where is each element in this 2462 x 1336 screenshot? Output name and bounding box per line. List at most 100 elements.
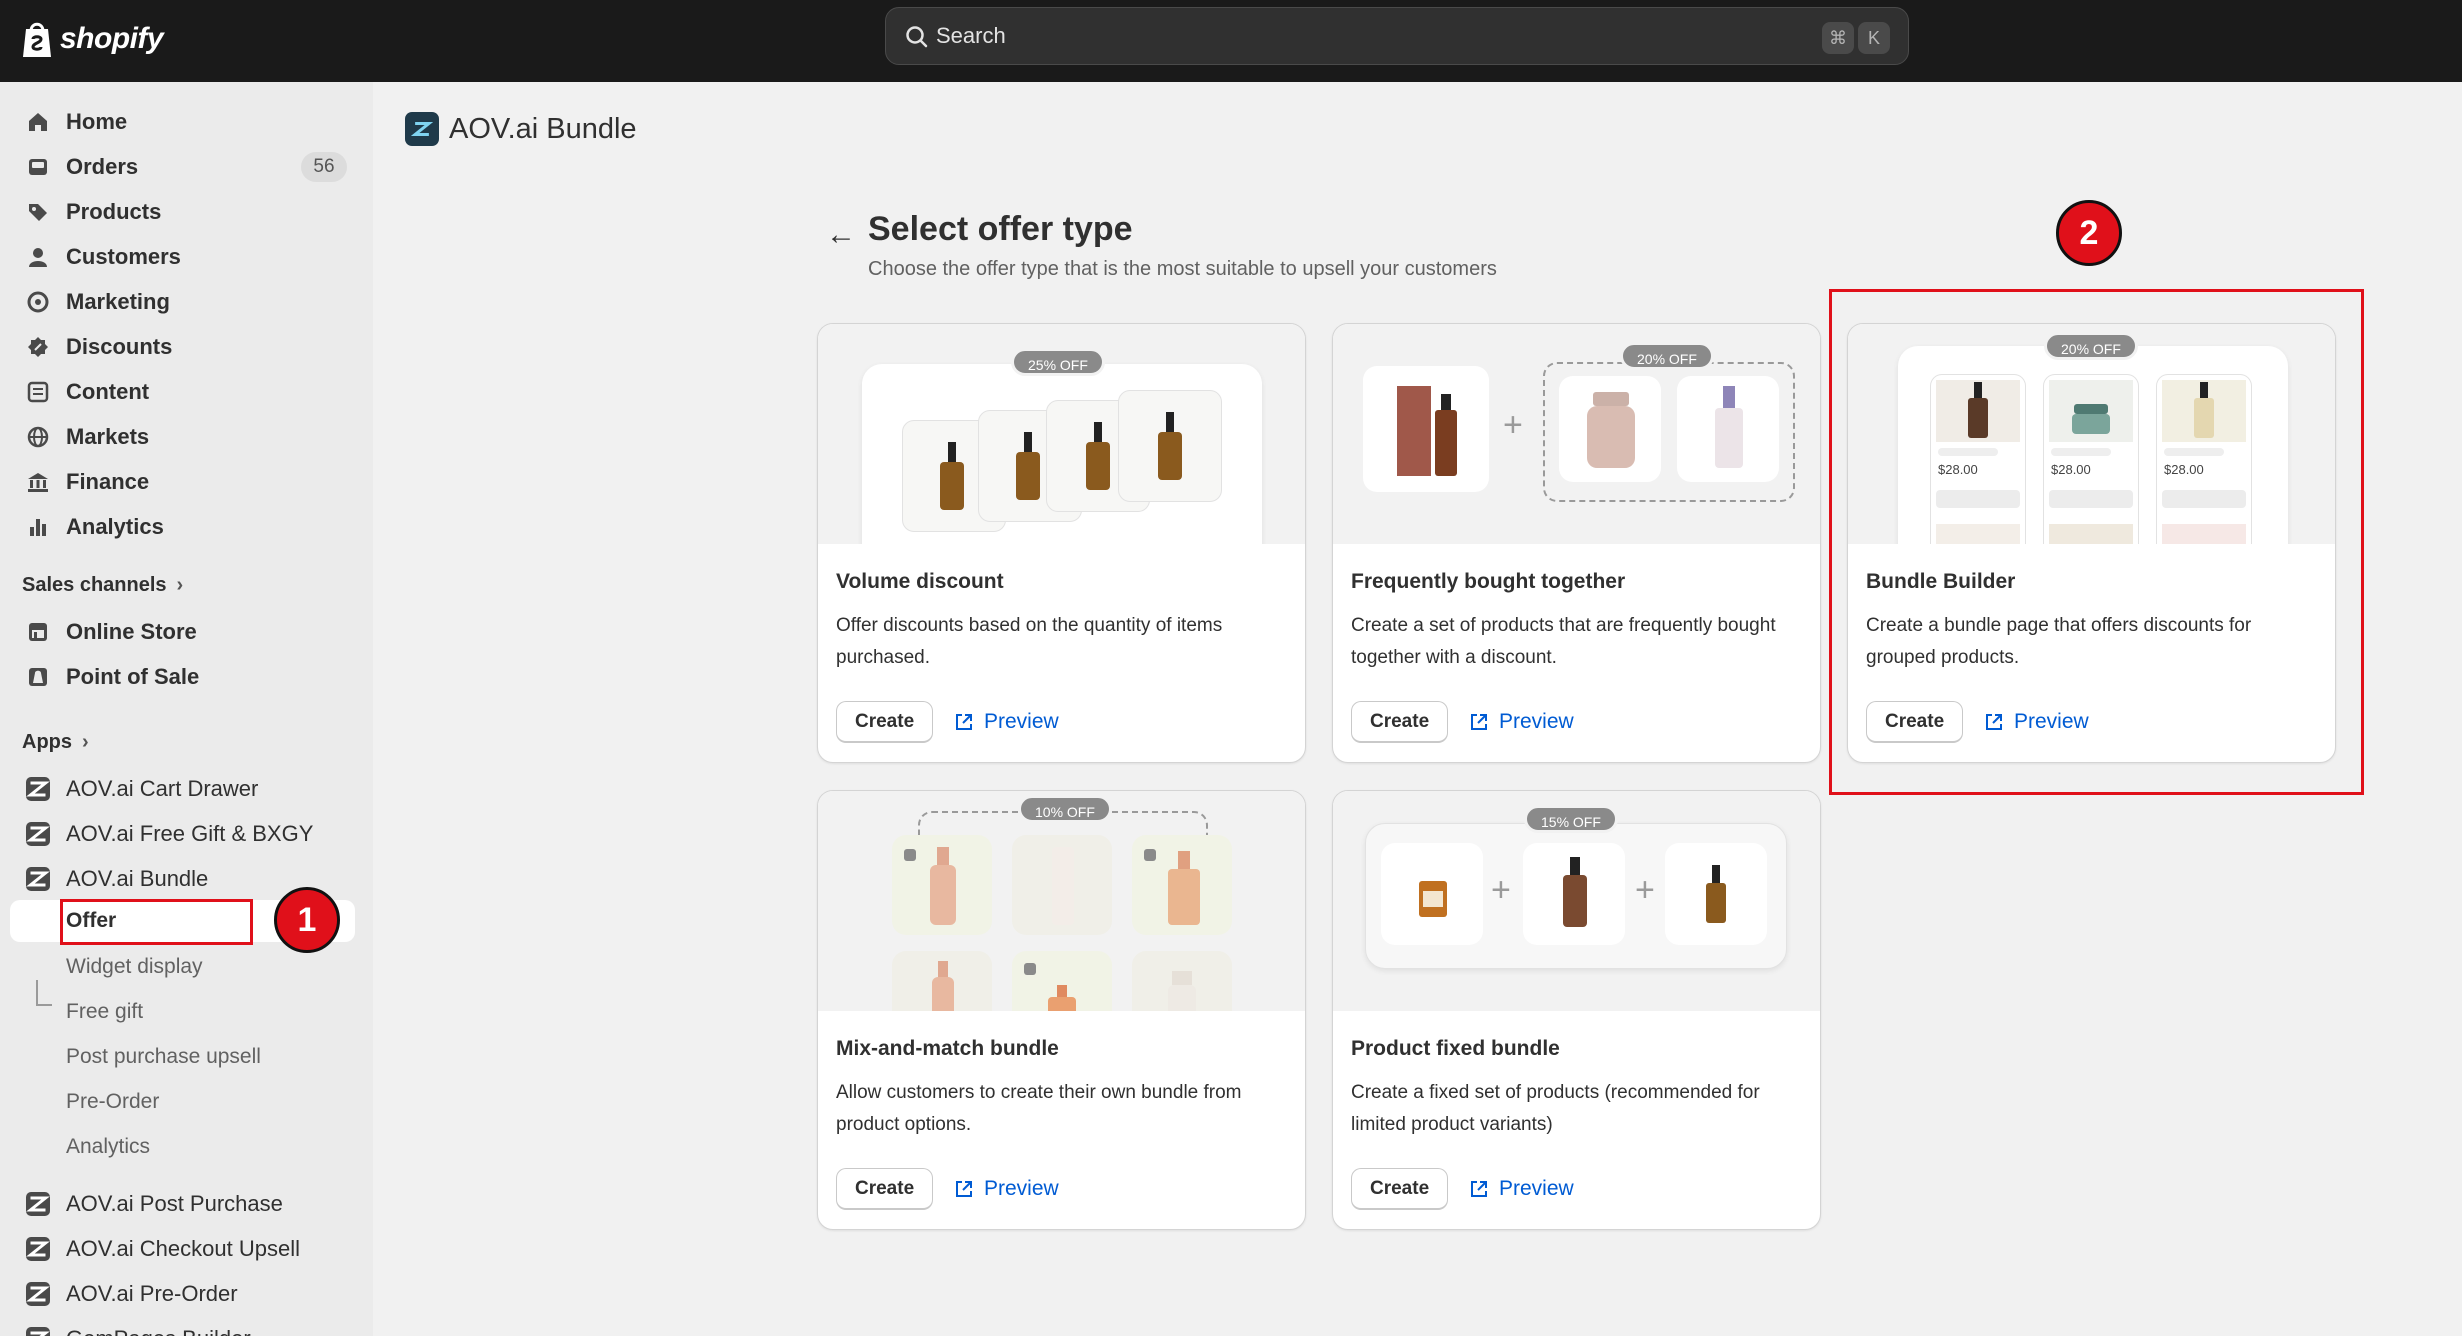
product-box-icon xyxy=(1397,386,1457,476)
nav-label: AOV.ai Post Purchase xyxy=(66,1191,283,1216)
nav-products[interactable]: Products xyxy=(14,191,359,233)
card-description: Offer discounts based on the quantity of… xyxy=(836,615,1223,668)
discount-icon xyxy=(26,335,50,359)
nav-online-store[interactable]: Online Store xyxy=(14,611,359,653)
checkbox-icon xyxy=(1024,963,1036,975)
shortcut-k-key: K xyxy=(1858,22,1890,54)
create-button[interactable]: Create xyxy=(1351,1168,1449,1210)
preview-label: Preview xyxy=(984,710,1059,733)
nav-label: AOV.ai Cart Drawer xyxy=(66,776,259,801)
preview-label: Preview xyxy=(1499,710,1574,733)
serum-bottle-icon xyxy=(1048,985,1076,1011)
discount-badge: 25% OFF xyxy=(1011,348,1105,376)
section-label: Sales channels xyxy=(22,574,167,596)
search-bar[interactable]: Search ⌘ K xyxy=(885,7,1909,65)
offer-card-mix-and-match-bundle: 10% OFF Mix-and-match bundle Allow custo… xyxy=(817,790,1306,1230)
nav-label: Customers xyxy=(66,244,181,269)
preview-link[interactable]: Preview xyxy=(954,701,1059,743)
sub-item-label: Analytics xyxy=(66,1135,151,1158)
nav-app-pre-order[interactable]: AOV.ai Pre-Order xyxy=(14,1273,359,1315)
apps-heading[interactable]: Apps › xyxy=(22,731,89,754)
preview-link[interactable]: Preview xyxy=(1469,701,1574,743)
discount-badge: 10% OFF xyxy=(1018,795,1112,823)
nav-app-checkout-upsell[interactable]: AOV.ai Checkout Upsell xyxy=(14,1228,359,1270)
candle-icon xyxy=(1419,881,1447,917)
preview-link[interactable]: Preview xyxy=(1469,1168,1574,1210)
bank-icon xyxy=(26,470,50,494)
nav-app-cart-drawer[interactable]: AOV.ai Cart Drawer xyxy=(14,768,359,810)
nav-point-of-sale[interactable]: Point of Sale xyxy=(14,656,359,698)
preview-link[interactable]: Preview xyxy=(954,1168,1059,1210)
orders-count-badge: 56 xyxy=(301,152,347,182)
offer-card-frequently-bought-together: + 20% OFF Frequently bought together Cre… xyxy=(1332,323,1821,763)
annotation-box-2 xyxy=(1829,289,2364,795)
chevron-right-icon: › xyxy=(82,731,89,753)
aov-app-icon xyxy=(26,777,50,801)
pump-bottle-icon xyxy=(1563,857,1587,927)
tag-icon xyxy=(26,200,50,224)
orders-icon xyxy=(26,155,50,179)
tube-icon xyxy=(1052,847,1074,925)
nav-label: Point of Sale xyxy=(66,664,200,689)
aov-bundle-app-icon xyxy=(405,112,439,146)
jar-icon xyxy=(1168,971,1196,1011)
external-link-icon xyxy=(956,1181,972,1197)
card-description: Create a fixed set of products (recommen… xyxy=(1351,1082,1760,1135)
plus-icon: + xyxy=(1503,406,1523,444)
nav-label: Analytics xyxy=(66,514,164,539)
nav-label: AOV.ai Bundle xyxy=(66,866,209,891)
home-icon xyxy=(26,110,50,134)
person-icon xyxy=(26,245,50,269)
shopify-logo[interactable]: shopify xyxy=(20,16,164,62)
nav-analytics[interactable]: Analytics xyxy=(14,506,359,548)
serum-bottle-icon xyxy=(940,442,964,510)
nav-discounts[interactable]: Discounts xyxy=(14,326,359,368)
nav-label: Marketing xyxy=(66,289,170,314)
plus-icon: + xyxy=(1635,871,1655,909)
preview-label: Preview xyxy=(984,1177,1059,1200)
nav-content[interactable]: Content xyxy=(14,371,359,413)
globe-icon xyxy=(26,425,50,449)
sales-channels-heading[interactable]: Sales channels › xyxy=(22,574,183,597)
store-icon xyxy=(26,620,50,644)
create-button[interactable]: Create xyxy=(1351,701,1449,743)
nav-label: AOV.ai Checkout Upsell xyxy=(66,1236,300,1261)
aov-app-icon xyxy=(26,1237,50,1261)
discount-badge: 15% OFF xyxy=(1524,805,1618,833)
nav-app-free-gift[interactable]: AOV.ai Free Gift & BXGY xyxy=(14,813,359,855)
nav-markets[interactable]: Markets xyxy=(14,416,359,458)
nav-label: Orders xyxy=(66,154,139,179)
nav-app-post-purchase[interactable]: AOV.ai Post Purchase xyxy=(14,1183,359,1225)
page-subtitle: Choose the offer type that is the most s… xyxy=(868,258,1497,280)
create-button[interactable]: Create xyxy=(836,1168,934,1210)
sub-item-analytics[interactable]: Analytics xyxy=(14,1126,359,1168)
offer-card-volume-discount: 25% OFF Volume discount Offer discounts … xyxy=(817,323,1306,763)
page-title: Select offer type xyxy=(868,210,1133,248)
sub-item-free-gift[interactable]: Free gift xyxy=(14,991,359,1033)
jar-icon xyxy=(1587,392,1635,468)
aov-app-icon xyxy=(26,822,50,846)
aov-app-icon xyxy=(26,867,50,891)
app-title: AOV.ai Bundle xyxy=(449,112,637,145)
nav-label: AOV.ai Pre-Order xyxy=(66,1281,238,1306)
nav-app-gempages[interactable]: GemPages Builder xyxy=(14,1318,359,1336)
sub-item-post-purchase-upsell[interactable]: Post purchase upsell xyxy=(14,1036,359,1078)
sub-item-pre-order[interactable]: Pre-Order xyxy=(14,1081,359,1123)
serum-bottle-icon xyxy=(930,847,956,925)
nav-label: Home xyxy=(66,109,128,134)
nav-marketing[interactable]: Marketing xyxy=(14,281,359,323)
discount-badge: 20% OFF xyxy=(1620,342,1714,370)
card-description: Allow customers to create their own bund… xyxy=(836,1082,1242,1135)
serum-bottle-icon xyxy=(1016,432,1040,500)
logo-text: shopify xyxy=(60,22,164,55)
nav-orders[interactable]: Orders 56 xyxy=(14,146,359,188)
nav-label: Online Store xyxy=(66,619,197,644)
card-title: Frequently bought together xyxy=(1351,570,1626,593)
create-button[interactable]: Create xyxy=(836,701,934,743)
offer-card-product-fixed-bundle: + + 15% OFF Product fixed bundle Create … xyxy=(1332,790,1821,1230)
back-arrow-icon[interactable]: ← xyxy=(826,218,856,252)
nav-home[interactable]: Home xyxy=(14,101,359,143)
nav-finance[interactable]: Finance xyxy=(14,461,359,503)
nav-customers[interactable]: Customers xyxy=(14,236,359,278)
gempages-app-icon xyxy=(26,1327,50,1336)
